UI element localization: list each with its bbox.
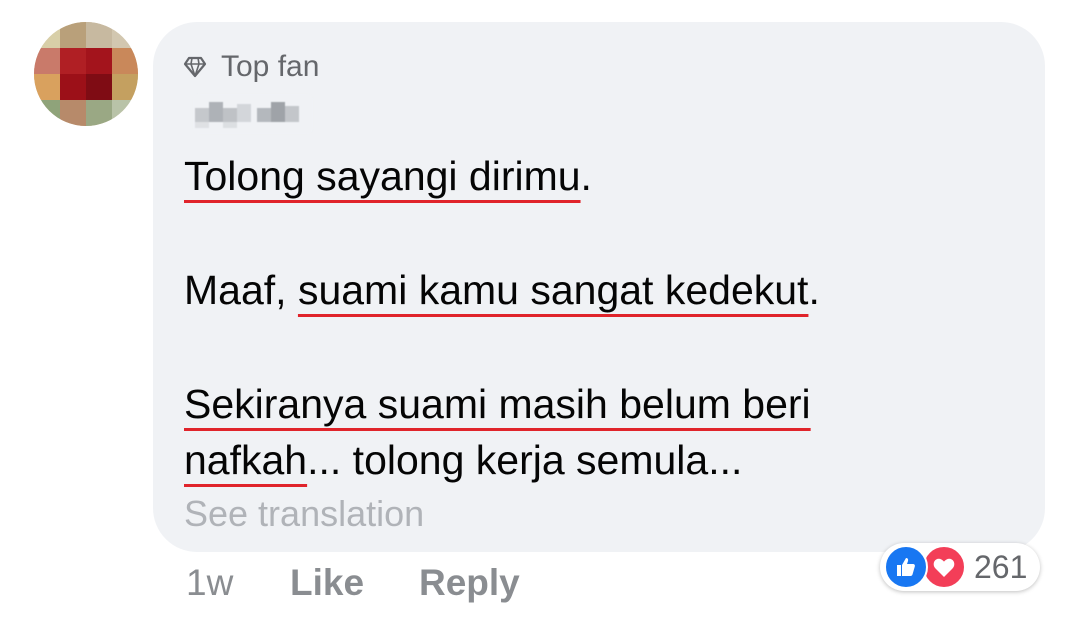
diamond-icon [183, 56, 221, 78]
spellcheck-underlined-text: nafkah [184, 437, 308, 483]
reactions-summary[interactable]: 261 [880, 543, 1040, 591]
like-button[interactable]: Like [290, 560, 364, 606]
comment-line-1: Tolong sayangi dirimu. [184, 148, 592, 204]
avatar[interactable] [34, 22, 138, 126]
spellcheck-underlined-text: Sekiranya suami masih belum beri [184, 381, 811, 427]
comment-text: . [808, 267, 820, 313]
comment-bubble: Top fan Tolong sayangi dirimu. Maaf, sua… [153, 22, 1045, 552]
badge-label: Top fan [221, 50, 320, 83]
thumbs-up-icon [884, 545, 928, 589]
comment-text: ... tolong kerja semula... [307, 437, 743, 483]
comment-line-2: Maaf, suami kamu sangat kedekut. [184, 262, 820, 318]
spellcheck-underlined-text: Tolong sayangi dirimu [184, 153, 581, 199]
comment-line-4: nafkah... tolong kerja semula... [184, 432, 742, 488]
comment-line-3: Sekiranya suami masih belum beri [184, 376, 811, 432]
comment-timestamp[interactable]: 1w [186, 560, 233, 606]
heart-icon [922, 545, 966, 589]
author-name-redacted[interactable] [193, 94, 313, 134]
comment-text: Maaf, [184, 267, 298, 313]
comment-text: . [580, 153, 592, 199]
top-fan-badge[interactable]: Top fan [183, 50, 319, 84]
spellcheck-underlined-text: suami kamu sangat kedekut [297, 267, 809, 313]
reaction-count: 261 [974, 548, 1028, 585]
see-translation-link[interactable]: See translation [184, 492, 424, 536]
reply-button[interactable]: Reply [419, 560, 520, 606]
